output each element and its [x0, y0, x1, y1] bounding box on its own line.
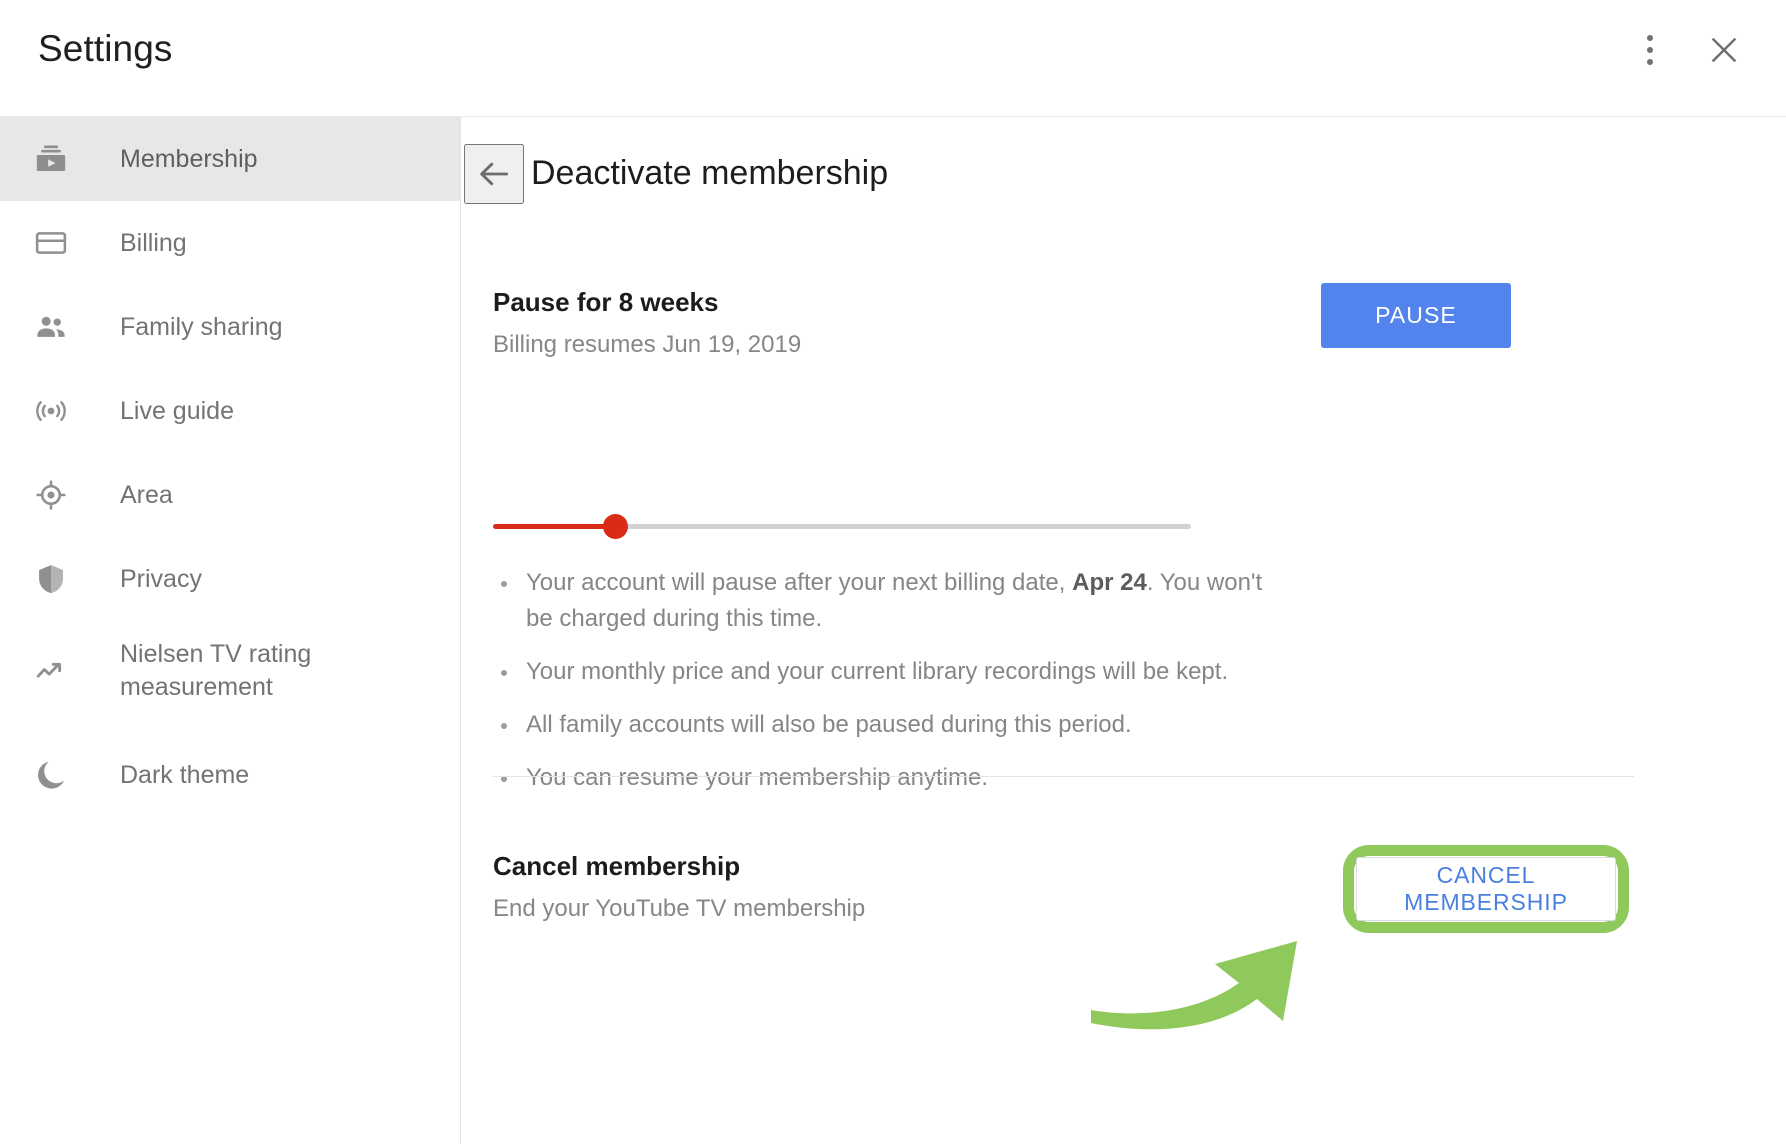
location-target-icon [33, 477, 69, 513]
trending-up-icon [33, 653, 69, 689]
pause-section-subtitle: Billing resumes Jun 19, 2019 [493, 331, 802, 358]
moon-icon [33, 757, 69, 793]
cancel-section-title: Cancel membership [493, 851, 741, 881]
cancel-membership-button[interactable]: CANCEL MEMBERSHIP [1356, 857, 1616, 921]
main-content: Deactivate membership Pause for 8 weeks … [462, 117, 1786, 1144]
sidebar-item-label: Privacy [120, 564, 202, 593]
sidebar-item-label: Billing [120, 228, 187, 257]
sidebar-item-label: Area [120, 480, 173, 509]
content-title: Deactivate membership [531, 154, 889, 192]
sidebar-item-dark-theme[interactable]: Dark theme [0, 733, 460, 817]
pause-button[interactable]: PAUSE [1321, 283, 1511, 348]
sidebar-item-billing[interactable]: Billing [0, 201, 460, 285]
list-item: Your account will pause after your next … [493, 565, 1293, 637]
credit-card-icon [33, 225, 69, 261]
cancel-section-subtitle: End your YouTube TV membership [493, 895, 866, 922]
list-item: You can resume your membership anytime. [493, 760, 1293, 796]
list-item: All family accounts will also be paused … [493, 707, 1293, 743]
page-title: Settings [38, 28, 173, 69]
header-actions [1628, 28, 1746, 72]
live-broadcast-icon [33, 393, 69, 429]
bullet-text-prefix: Your monthly price and your current libr… [526, 658, 1229, 685]
sidebar-item-label: Live guide [120, 396, 234, 425]
kebab-dots [1647, 35, 1653, 65]
pause-duration-slider[interactable] [493, 514, 1191, 539]
sidebar-item-family-sharing[interactable]: Family sharing [0, 285, 460, 369]
people-icon [33, 309, 69, 345]
close-icon[interactable] [1702, 28, 1746, 72]
section-divider [493, 776, 1634, 777]
sidebar-item-label: Nielsen TV rating measurement [120, 640, 312, 701]
sidebar-item-live-guide[interactable]: Live guide [0, 369, 460, 453]
sidebar-item-area[interactable]: Area [0, 453, 460, 537]
shield-icon [33, 561, 69, 597]
bullet-text-prefix: Your account will pause after your next … [526, 569, 1073, 596]
slider-fill [493, 524, 621, 529]
slider-thumb[interactable] [603, 514, 628, 539]
list-item: Your monthly price and your current libr… [493, 654, 1293, 690]
sidebar-item-label: Membership [120, 144, 258, 173]
pause-section-title: Pause for 8 weeks [493, 287, 719, 317]
bullet-text-prefix: All family accounts will also be paused … [526, 711, 1132, 738]
kebab-menu-icon[interactable] [1628, 28, 1672, 72]
sidebar-item-membership[interactable]: Membership [0, 117, 460, 201]
green-curved-arrow-icon [1091, 941, 1297, 1030]
settings-dialog: Settings Membership Billing Family shari… [0, 0, 1786, 1144]
settings-sidebar: Membership Billing Family sharing Live g… [0, 117, 461, 1144]
sidebar-item-nielsen-tv-rating[interactable]: Nielsen TV rating measurement [0, 621, 460, 721]
sidebar-item-privacy[interactable]: Privacy [0, 537, 460, 621]
sidebar-item-label: Family sharing [120, 312, 283, 341]
bullet-text-emphasis: Apr 24 [1072, 569, 1147, 596]
bullet-text-prefix: You can resume your membership anytime. [526, 764, 988, 791]
subscriptions-icon [33, 141, 69, 177]
sidebar-item-label: Dark theme [120, 760, 250, 789]
dialog-header: Settings [0, 0, 1786, 117]
back-arrow-icon[interactable] [464, 144, 524, 204]
